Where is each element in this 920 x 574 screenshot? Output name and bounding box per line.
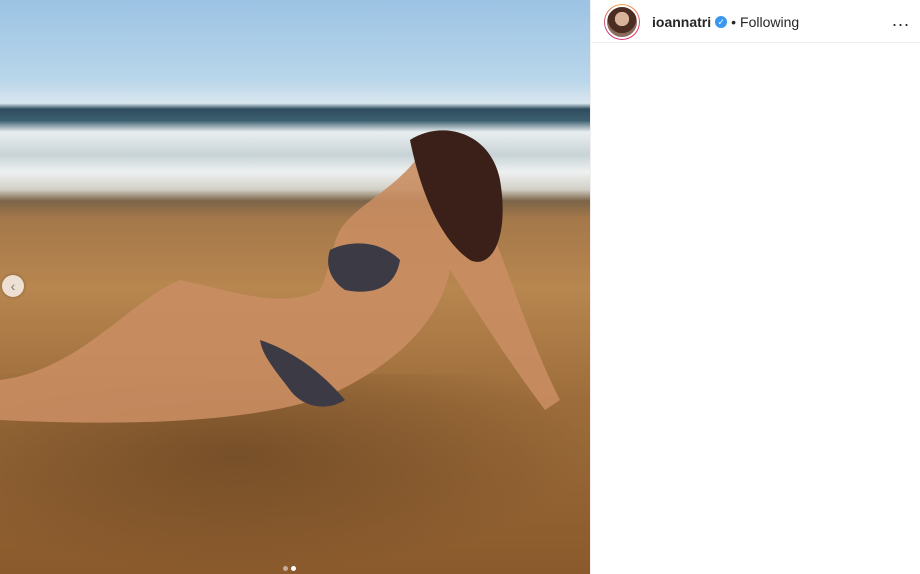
carousel-dot-active bbox=[291, 566, 296, 571]
verified-badge-icon: ✓ bbox=[715, 16, 728, 28]
avatar[interactable] bbox=[605, 5, 639, 39]
more-options-icon[interactable]: ... bbox=[892, 10, 910, 31]
post-image[interactable]: ‹ bbox=[0, 0, 590, 574]
carousel-prev-button[interactable]: ‹ bbox=[2, 275, 24, 297]
post: ‹ ioannatri ✓ • Following ... bbox=[0, 0, 920, 574]
avatar-story-ring[interactable] bbox=[604, 4, 640, 40]
following-button[interactable]: Following bbox=[740, 14, 799, 30]
post-header: ioannatri ✓ • Following ... bbox=[591, 2, 920, 43]
chevron-left-icon: ‹ bbox=[10, 278, 16, 294]
post-sidebar: ioannatri ✓ • Following ... bbox=[590, 0, 920, 574]
carousel-dots bbox=[283, 566, 296, 571]
carousel-dot bbox=[283, 566, 288, 571]
person-figure bbox=[0, 130, 560, 423]
separator-dot: • bbox=[731, 14, 737, 30]
username-link[interactable]: ioannatri bbox=[652, 14, 711, 30]
